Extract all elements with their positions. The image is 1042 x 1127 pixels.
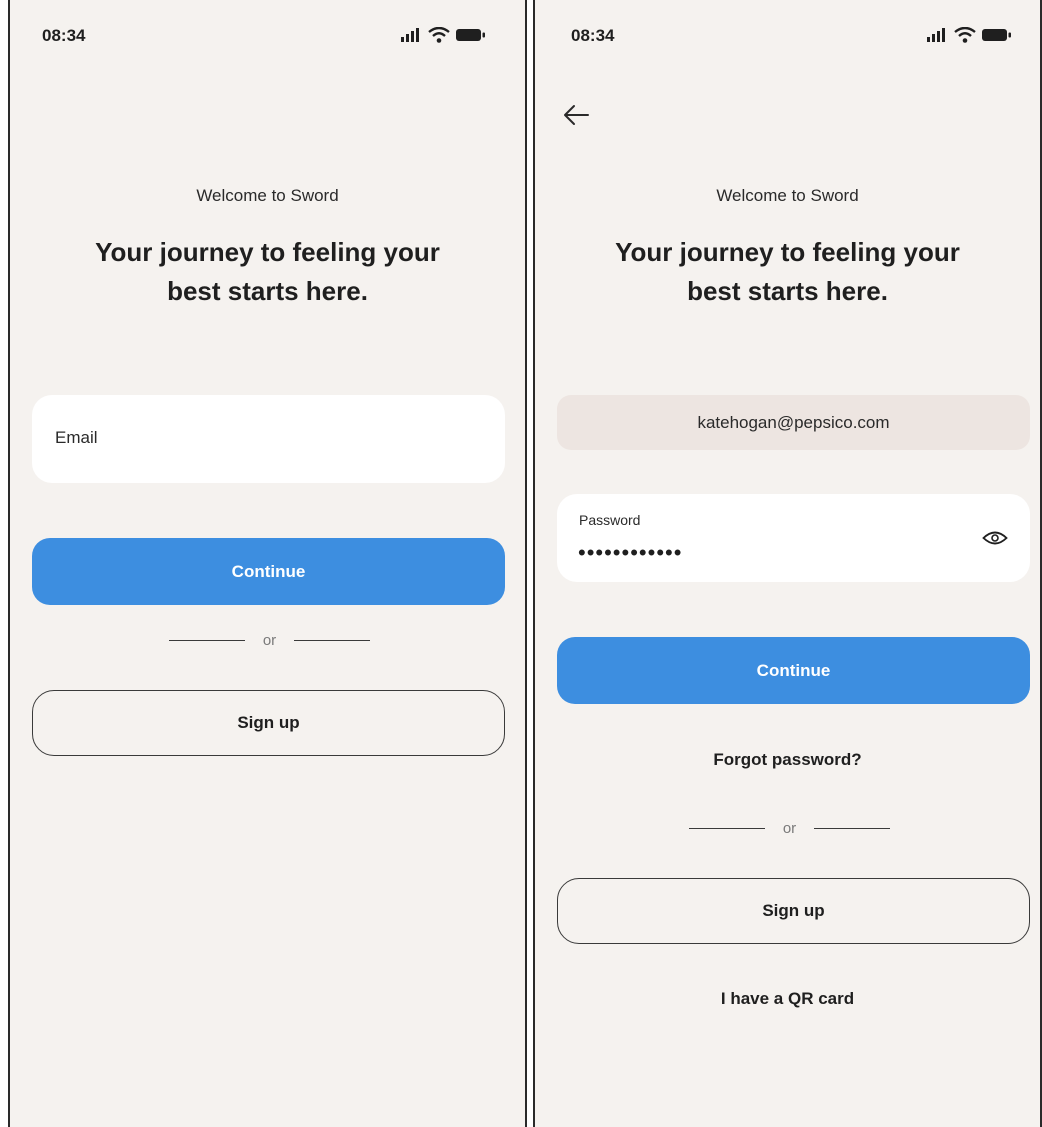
qr-card-link[interactable]: I have a QR card	[535, 989, 1040, 1009]
divider-line-right	[814, 827, 891, 830]
password-field[interactable]: Password ••••••••••••	[557, 494, 1030, 582]
welcome-text: Welcome to Sword	[716, 186, 859, 205]
sign-up-button[interactable]: Sign up	[557, 878, 1030, 944]
status-icons	[400, 27, 486, 43]
sign-up-button[interactable]: Sign up	[32, 690, 505, 756]
email-placeholder: Email	[55, 428, 98, 447]
divider-line-right	[294, 639, 371, 642]
eye-icon[interactable]	[982, 530, 1008, 546]
headline: Your journey to feeling your best starts…	[10, 233, 525, 311]
screens-stage: 08:34 Welcome to Sword Your journey to f…	[0, 0, 1042, 1127]
continue-button[interactable]: Continue	[557, 637, 1030, 704]
or-text: or	[782, 820, 797, 837]
wifi-icon	[954, 27, 976, 43]
signal-icon	[927, 28, 945, 42]
headline-line-2: best starts here.	[167, 276, 368, 306]
login-screen-password: 08:34 Welcome to Sword Your journey to f…	[533, 0, 1042, 1127]
or-text: or	[262, 632, 277, 649]
or-divider: or	[535, 820, 1040, 837]
login-screen-email: 08:34 Welcome to Sword Your journey to f…	[8, 0, 527, 1127]
password-value: ••••••••••••	[578, 540, 683, 565]
arrow-left-icon[interactable]	[561, 102, 591, 128]
divider-line-left	[688, 827, 765, 830]
battery-icon	[982, 29, 1011, 41]
headline-line-1: Your journey to feeling your	[615, 237, 960, 267]
forgot-password-link[interactable]: Forgot password?	[535, 750, 1040, 770]
divider-line-left	[168, 639, 245, 642]
or-divider: or	[10, 632, 525, 649]
continue-button[interactable]: Continue	[32, 538, 505, 605]
password-label: Password	[579, 512, 641, 528]
email-field[interactable]: Email	[32, 395, 505, 483]
signal-icon	[401, 28, 419, 42]
status-time: 08:34	[42, 26, 86, 45]
headline: Your journey to feeling your best starts…	[535, 233, 1040, 311]
headline-line-2: best starts here.	[687, 276, 888, 306]
wifi-icon	[428, 27, 450, 43]
email-field-prefilled[interactable]: katehogan@pepsico.com	[557, 395, 1030, 450]
battery-icon	[456, 29, 485, 41]
status-icons	[926, 27, 1012, 43]
headline-line-1: Your journey to feeling your	[95, 237, 440, 267]
status-time: 08:34	[571, 26, 615, 45]
welcome-text: Welcome to Sword	[196, 186, 339, 205]
